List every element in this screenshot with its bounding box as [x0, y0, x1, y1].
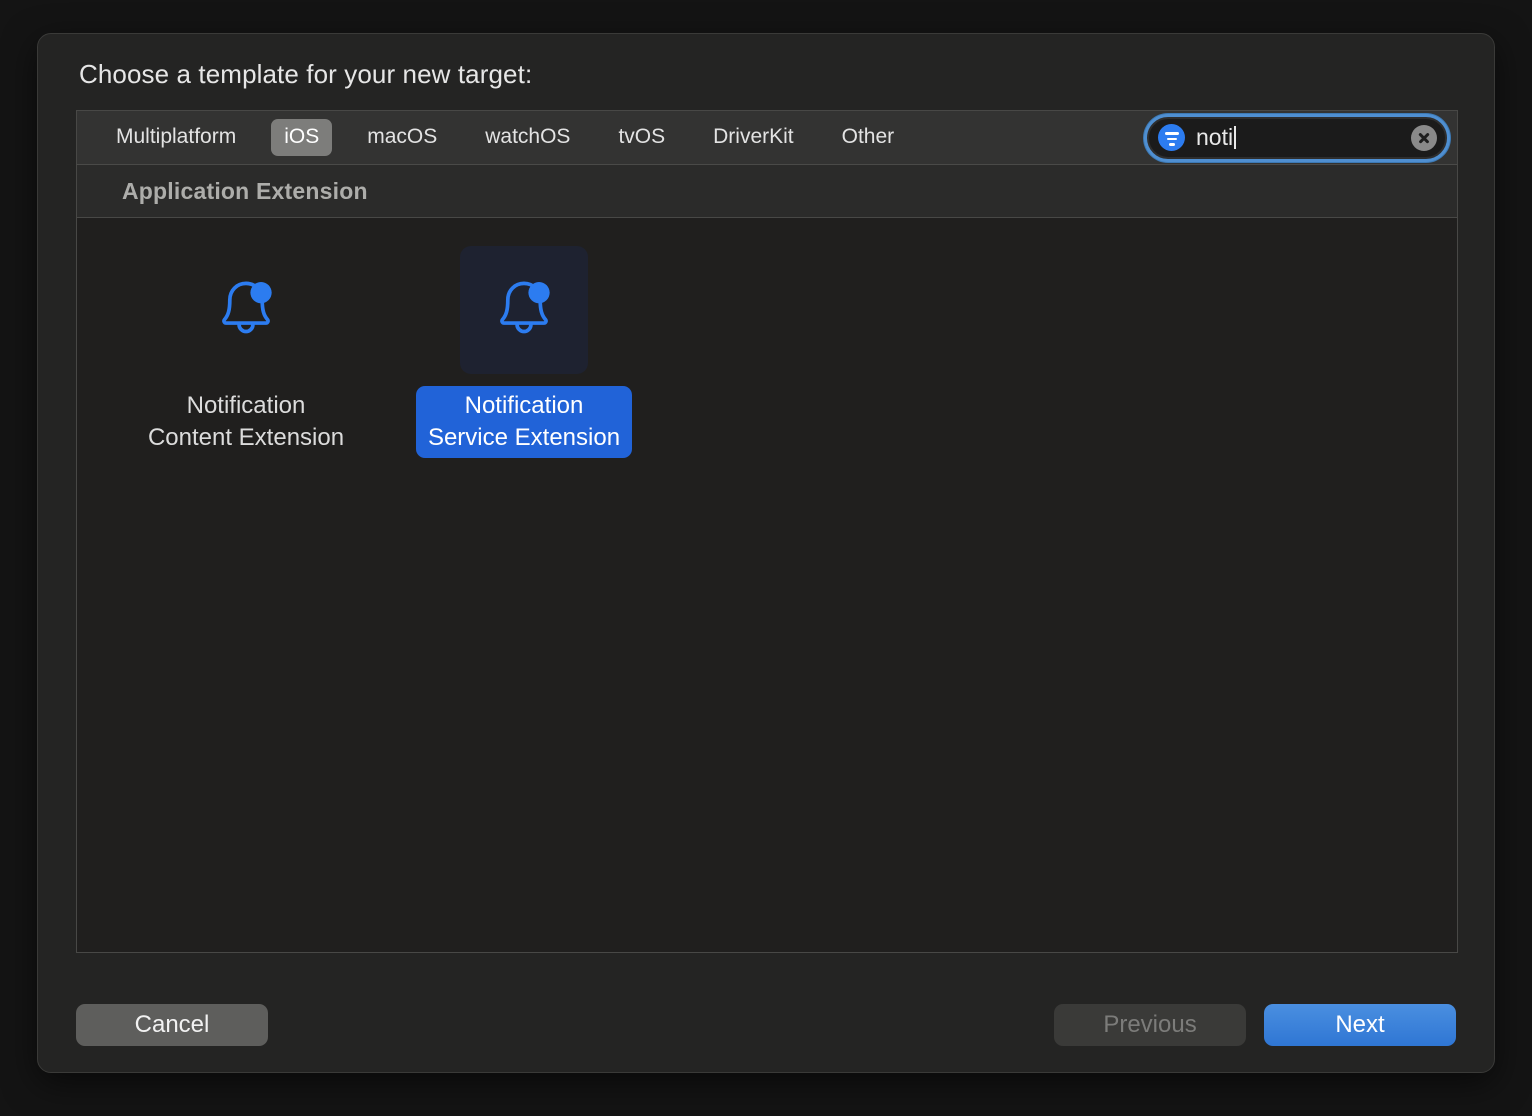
tab-multiplatform[interactable]: Multiplatform	[103, 119, 249, 155]
template-label: Notification Service Extension	[415, 386, 633, 458]
search-input-value: noti	[1196, 124, 1234, 150]
bell-badge-icon	[500, 281, 550, 334]
template-icon-tile	[460, 246, 588, 374]
new-target-template-dialog: Choose a template for your new target: M…	[37, 33, 1495, 1073]
text-caret	[1234, 126, 1237, 149]
template-icon-tile	[182, 246, 310, 374]
page-title: Choose a template for your new target:	[79, 59, 533, 89]
previous-button[interactable]: Previous	[1054, 1004, 1246, 1046]
filter-icon	[1158, 124, 1185, 151]
template-item-notification-content-extension[interactable]: Notification Content Extension	[107, 246, 385, 458]
screen: Choose a template for your new target: M…	[0, 0, 1532, 1116]
next-button[interactable]: Next	[1264, 1004, 1456, 1046]
tab-driverkit[interactable]: DriverKit	[700, 119, 807, 155]
template-search-field[interactable]: noti	[1147, 116, 1447, 159]
template-label: Notification Content Extension	[147, 392, 345, 451]
section-header-label: Application Extension	[122, 177, 368, 204]
template-item-notification-service-extension[interactable]: Notification Service Extension	[385, 246, 663, 458]
search-input[interactable]: noti	[1185, 124, 1411, 151]
tab-watchos[interactable]: watchOS	[472, 119, 583, 155]
clear-search-icon[interactable]	[1411, 124, 1437, 151]
tab-tvos[interactable]: tvOS	[605, 119, 678, 155]
dialog-footer: Cancel Previous Next	[76, 1004, 1456, 1048]
cancel-button[interactable]: Cancel	[76, 1004, 268, 1046]
template-grid: Notification Content Extension Notificat…	[76, 218, 1458, 953]
tab-macos[interactable]: macOS	[354, 119, 450, 155]
tab-ios[interactable]: iOS	[271, 119, 333, 156]
bell-badge-icon	[222, 281, 272, 334]
platform-tabbar: Multiplatform iOS macOS watchOS tvOS Dri…	[76, 110, 1458, 164]
section-header-application-extension: Application Extension	[76, 164, 1458, 218]
tab-other[interactable]: Other	[829, 119, 908, 155]
